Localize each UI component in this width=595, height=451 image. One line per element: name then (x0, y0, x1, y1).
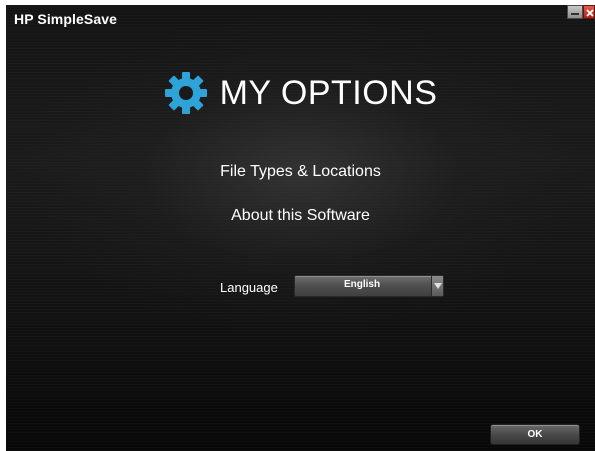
app-window: HP SimpleSave MY OPTIONS File Types & Lo… (6, 5, 595, 451)
dropdown-arrow-button[interactable] (431, 276, 443, 296)
close-button[interactable] (583, 5, 595, 19)
ok-button[interactable]: OK (490, 424, 580, 445)
page-title: MY OPTIONS (219, 73, 438, 112)
minimize-icon (571, 13, 579, 15)
about-software-link[interactable]: About this Software (6, 207, 595, 225)
page-heading: MY OPTIONS (6, 71, 595, 115)
chevron-down-icon (434, 283, 442, 289)
minimize-button[interactable] (567, 5, 583, 19)
language-selected-value: English (343, 279, 381, 290)
window-title: HP SimpleSave (14, 11, 117, 27)
file-types-locations-link[interactable]: File Types & Locations (6, 163, 595, 181)
language-label: Language (220, 280, 278, 295)
gear-icon (164, 72, 207, 114)
window-controls (567, 5, 595, 19)
close-icon (586, 9, 594, 17)
language-select[interactable]: English (294, 275, 444, 297)
